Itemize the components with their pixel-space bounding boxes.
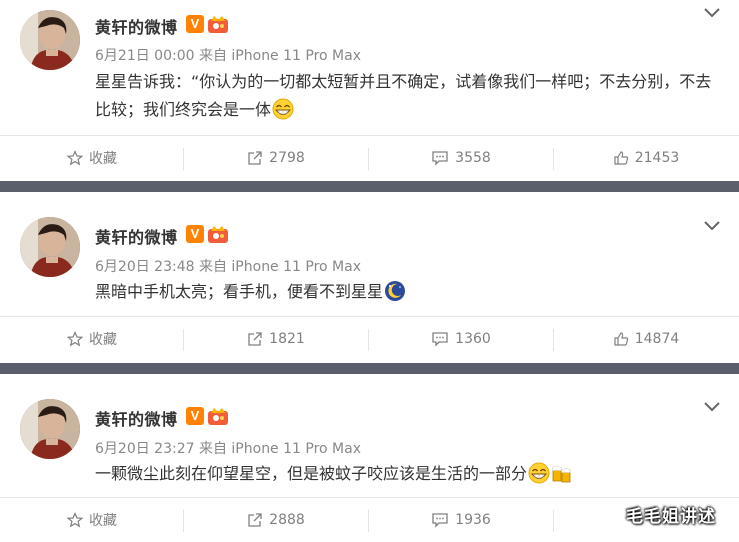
chevron-down-icon[interactable] [703, 6, 721, 20]
vip-crown-icon[interactable] [207, 224, 229, 244]
repost-button[interactable]: 1821 [184, 317, 368, 361]
action-bar: 收藏 2798 3558 21453 [0, 135, 739, 180]
grin-emoji-icon [528, 462, 550, 484]
verified-badge-icon: V [186, 15, 204, 33]
like-button[interactable]: 14874 [554, 317, 738, 361]
post-content: 星星告诉我：“你认为的一切都太短暂并且不确定，试着像我们一样吧；不去分别，不去比… [95, 68, 715, 124]
star-icon [67, 331, 83, 347]
weibo-post-1: 黄轩的微博 V 6月21日 00:00 来自 iPhone 11 Pro Max… [0, 0, 739, 181]
author-avatar[interactable] [20, 399, 80, 459]
favorite-label: 收藏 [89, 513, 117, 529]
author-name[interactable]: 黄轩的微博 [95, 224, 178, 248]
divider [553, 510, 554, 532]
comment-count: 1936 [455, 512, 491, 528]
comment-button[interactable]: 1360 [369, 317, 553, 361]
like-count: 14874 [634, 331, 680, 347]
moon-emoji-icon [385, 281, 406, 301]
repost-button[interactable]: 2798 [184, 136, 368, 180]
favorite-button[interactable]: 收藏 [0, 498, 184, 542]
feed-separator [0, 181, 739, 192]
author-avatar[interactable] [20, 10, 80, 70]
share-icon [248, 513, 262, 527]
favorite-label: 收藏 [89, 151, 117, 167]
post-meta[interactable]: 6月20日 23:48 来自 iPhone 11 Pro Max [95, 256, 361, 276]
post-meta[interactable]: 6月20日 23:27 来自 iPhone 11 Pro Max [95, 438, 361, 458]
share-icon [248, 332, 262, 346]
verified-badge-icon: V [186, 407, 204, 425]
action-bar: 收藏 1821 1360 14874 [0, 316, 739, 361]
comment-count: 3558 [455, 150, 491, 166]
comment-icon [432, 332, 448, 347]
favorite-button[interactable]: 收藏 [0, 317, 184, 361]
post-text: 星星告诉我：“你认为的一切都太短暂并且不确定，试着像我们一样吧；不去分别，不去比… [95, 72, 712, 119]
vip-crown-icon[interactable] [207, 406, 229, 426]
post-content: 一颗微尘此刻在仰望星空，但是被蚊子咬应该是生活的一部分 [95, 460, 715, 488]
grin-emoji-icon [272, 98, 294, 120]
watermark-text: 毛毛姐讲述 [626, 507, 716, 527]
verified-badge-icon: V [186, 225, 204, 243]
feed-separator [0, 363, 739, 374]
comment-button[interactable]: 1936 [369, 498, 553, 542]
comment-count: 1360 [455, 331, 491, 347]
like-button[interactable]: 21453 [554, 136, 738, 180]
chevron-down-icon[interactable] [703, 219, 721, 233]
post-meta[interactable]: 6月21日 00:00 来自 iPhone 11 Pro Max [95, 45, 361, 65]
author-name[interactable]: 黄轩的微博 [95, 406, 178, 430]
author-name[interactable]: 黄轩的微博 [95, 14, 178, 38]
post-text: 黑暗中手机太亮；看手机，便看不到星星 [95, 282, 384, 301]
comment-icon [432, 151, 448, 166]
post-text: 一颗微尘此刻在仰望星空，但是被蚊子咬应该是生活的一部分 [95, 464, 528, 483]
thumbs-up-icon [614, 151, 628, 165]
author-avatar[interactable] [20, 217, 80, 277]
favorite-button[interactable]: 收藏 [0, 136, 184, 180]
repost-button[interactable]: 2888 [184, 498, 368, 542]
comment-icon [432, 513, 448, 528]
vip-crown-icon[interactable] [207, 14, 229, 34]
post-content: 黑暗中手机太亮；看手机，便看不到星星 [95, 278, 715, 306]
chevron-down-icon[interactable] [703, 400, 721, 414]
favorite-label: 收藏 [89, 332, 117, 348]
beer-emoji-icon [552, 466, 571, 483]
thumbs-up-icon [614, 332, 628, 346]
star-icon [67, 512, 83, 528]
star-icon [67, 150, 83, 166]
like-count: 21453 [634, 150, 680, 166]
repost-count: 2798 [269, 150, 305, 166]
comment-button[interactable]: 3558 [369, 136, 553, 180]
repost-count: 2888 [269, 512, 305, 528]
share-icon [248, 151, 262, 165]
repost-count: 1821 [269, 331, 305, 347]
weibo-post-2: 黄轩的微博 V 6月20日 23:48 来自 iPhone 11 Pro Max… [0, 192, 739, 363]
